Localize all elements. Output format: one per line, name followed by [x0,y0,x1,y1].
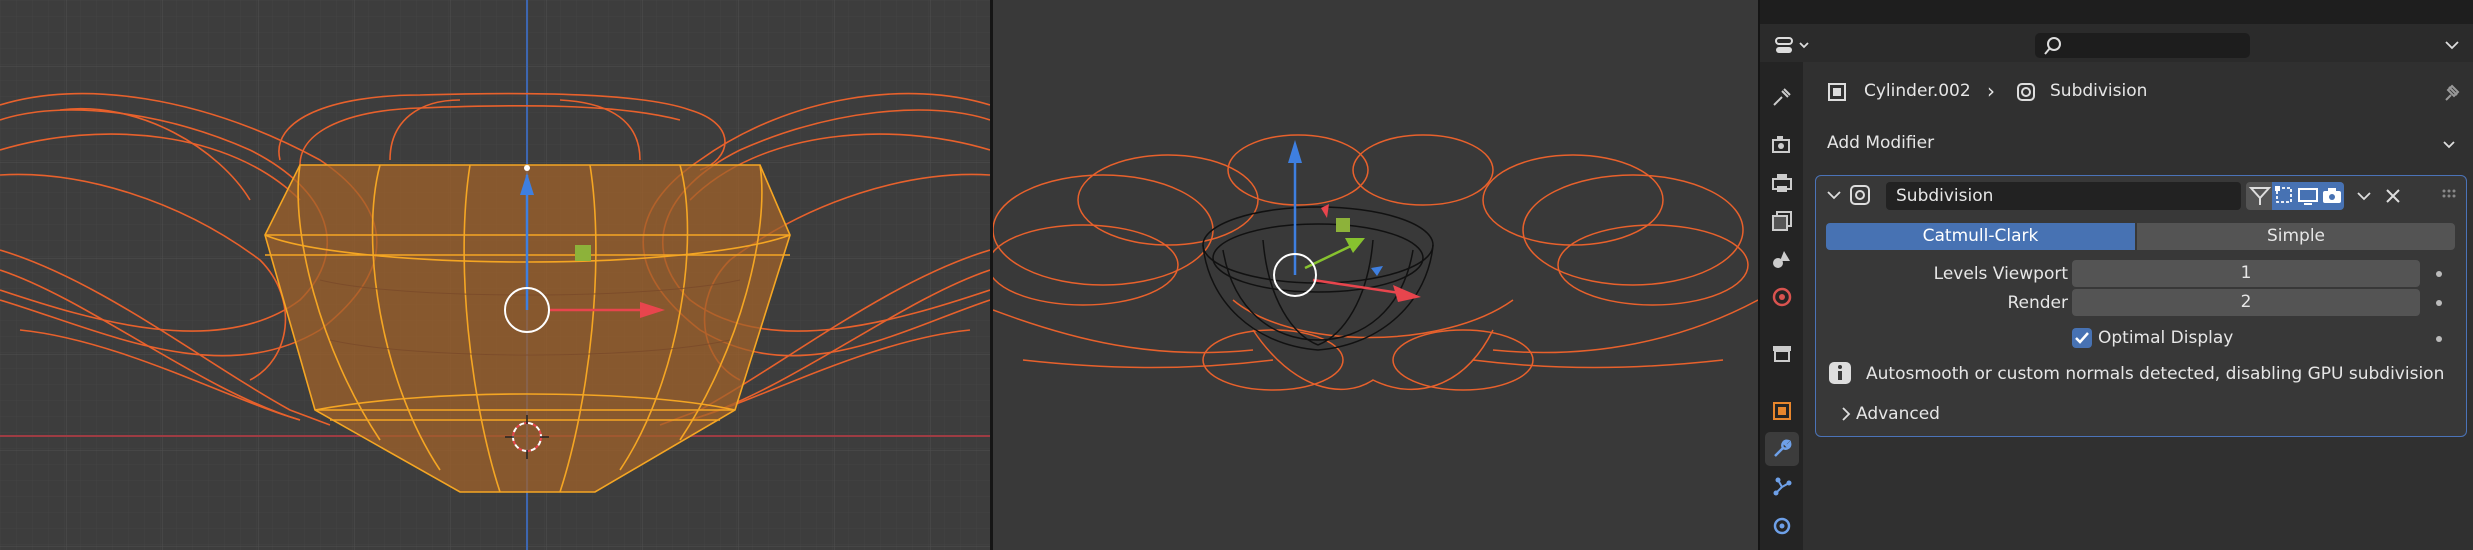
tab-view-layer[interactable] [1765,204,1799,238]
object-data-icon [1828,83,1846,101]
collapse-chevron-icon[interactable] [1824,185,1844,205]
viewport-front[interactable] [0,0,990,550]
checkmark-icon [2075,332,2089,344]
add-modifier-button[interactable]: Add Modifier [1815,128,2465,160]
close-icon[interactable] [2383,186,2403,206]
tab-scene[interactable] [1765,242,1799,276]
breadcrumb-separator: › [1987,79,1995,103]
viewport-perspective-canvas[interactable] [993,0,1758,550]
editor-type-button[interactable] [1774,34,1814,56]
tool-icon [1773,88,1791,106]
breadcrumb: Cylinder.002 › Subdivision [1820,78,2420,106]
modifier-toggle-group [2246,182,2344,210]
search-field[interactable] [2035,33,2250,58]
optimal-display-label[interactable]: Optimal Display [2098,328,2233,348]
chevron-down-icon [2445,41,2459,50]
tab-object[interactable] [1765,394,1799,428]
optimal-display-keyframe-dot[interactable] [2436,336,2442,342]
tab-render[interactable] [1765,128,1799,162]
physics-icon [1773,517,1791,535]
levels-viewport-keyframe-dot[interactable] [2436,271,2442,277]
wireframe-petals [993,134,1758,391]
object-icon [1773,402,1791,420]
modifier-name-field[interactable]: Subdivision [1886,182,2241,210]
add-modifier-label: Add Modifier [1827,133,1935,153]
scene-icon [1773,251,1790,268]
simple-label: Simple [2266,226,2326,246]
monitor-icon [2298,188,2318,205]
properties-header [1760,0,2473,62]
search-icon [2044,37,2061,55]
advanced-subpanel-header[interactable]: Advanced [1826,400,2456,426]
tab-collection[interactable] [1765,336,1799,370]
render-toggle[interactable] [2320,182,2344,210]
modifier-subdivision-icon [1850,185,1870,205]
modifier-panel-subdivision: Subdivision Catmull-Clark Simple Levels … [1815,175,2467,437]
drag-handle-icon[interactable] [2441,186,2457,206]
collection-icon [1773,346,1791,362]
levels-viewport-label: Levels Viewport [1933,264,2068,284]
wrench-icon [1774,439,1792,457]
render-levels-field[interactable]: 2 [2072,289,2420,316]
chevron-down-icon [2443,141,2455,149]
viewport-toggle[interactable] [2296,182,2320,210]
render-levels-label: Render [2007,293,2068,313]
tab-particles[interactable] [1765,470,1799,504]
world-icon [1772,287,1792,307]
breadcrumb-object[interactable]: Cylinder.002 [1864,81,1971,101]
modifier-name-value: Subdivision [1896,186,1994,206]
header-options-button[interactable] [2440,34,2464,56]
tab-output[interactable] [1765,166,1799,200]
tab-physics[interactable] [1765,508,1799,542]
properties-editor-icon [1775,37,1809,53]
render-levels-value: 2 [2240,292,2252,312]
edit-cage-icon[interactable] [2248,183,2272,209]
advanced-label: Advanced [1856,404,1940,424]
particles-icon [1773,477,1792,496]
tab-modifiers[interactable] [1765,432,1799,466]
view-layer-icon [1772,211,1792,231]
properties-tabs [1760,62,1803,550]
render-levels-keyframe-dot[interactable] [2436,300,2442,306]
levels-viewport-value: 1 [2240,263,2252,283]
properties-editor: Cylinder.002 › Subdivision Add Modifier … [1760,0,2473,550]
levels-viewport-field[interactable]: 1 [2072,260,2420,287]
tab-world[interactable] [1765,280,1799,314]
optimal-display-checkbox[interactable] [2072,328,2092,348]
breadcrumb-modifier: Subdivision [2050,81,2148,101]
edit-mode-toggle[interactable] [2272,182,2296,210]
modifier-menu-chevron-icon[interactable] [2354,186,2374,206]
pin-icon[interactable] [2440,82,2462,104]
info-message: Autosmooth or custom normals detected, d… [1866,364,2445,384]
camera-icon [2323,188,2341,203]
edit-mode-icon [2275,186,2292,203]
subdivision-type-simple[interactable]: Simple [2137,223,2455,250]
chevron-right-icon [1842,407,1851,421]
info-icon [1829,362,1851,384]
viewport-front-canvas[interactable] [0,0,990,550]
render-camera-icon [1772,136,1790,153]
tab-tool[interactable] [1765,80,1799,114]
viewport-perspective[interactable] [993,0,1758,550]
catmull-clark-label: Catmull-Clark [1922,226,2039,246]
transform-gizmo-perspective[interactable] [1273,140,1421,302]
output-printer-icon [1772,174,1792,192]
subdivision-type-catmull-clark[interactable]: Catmull-Clark [1826,223,2135,250]
modifier-subdivision-icon [2017,83,2035,101]
